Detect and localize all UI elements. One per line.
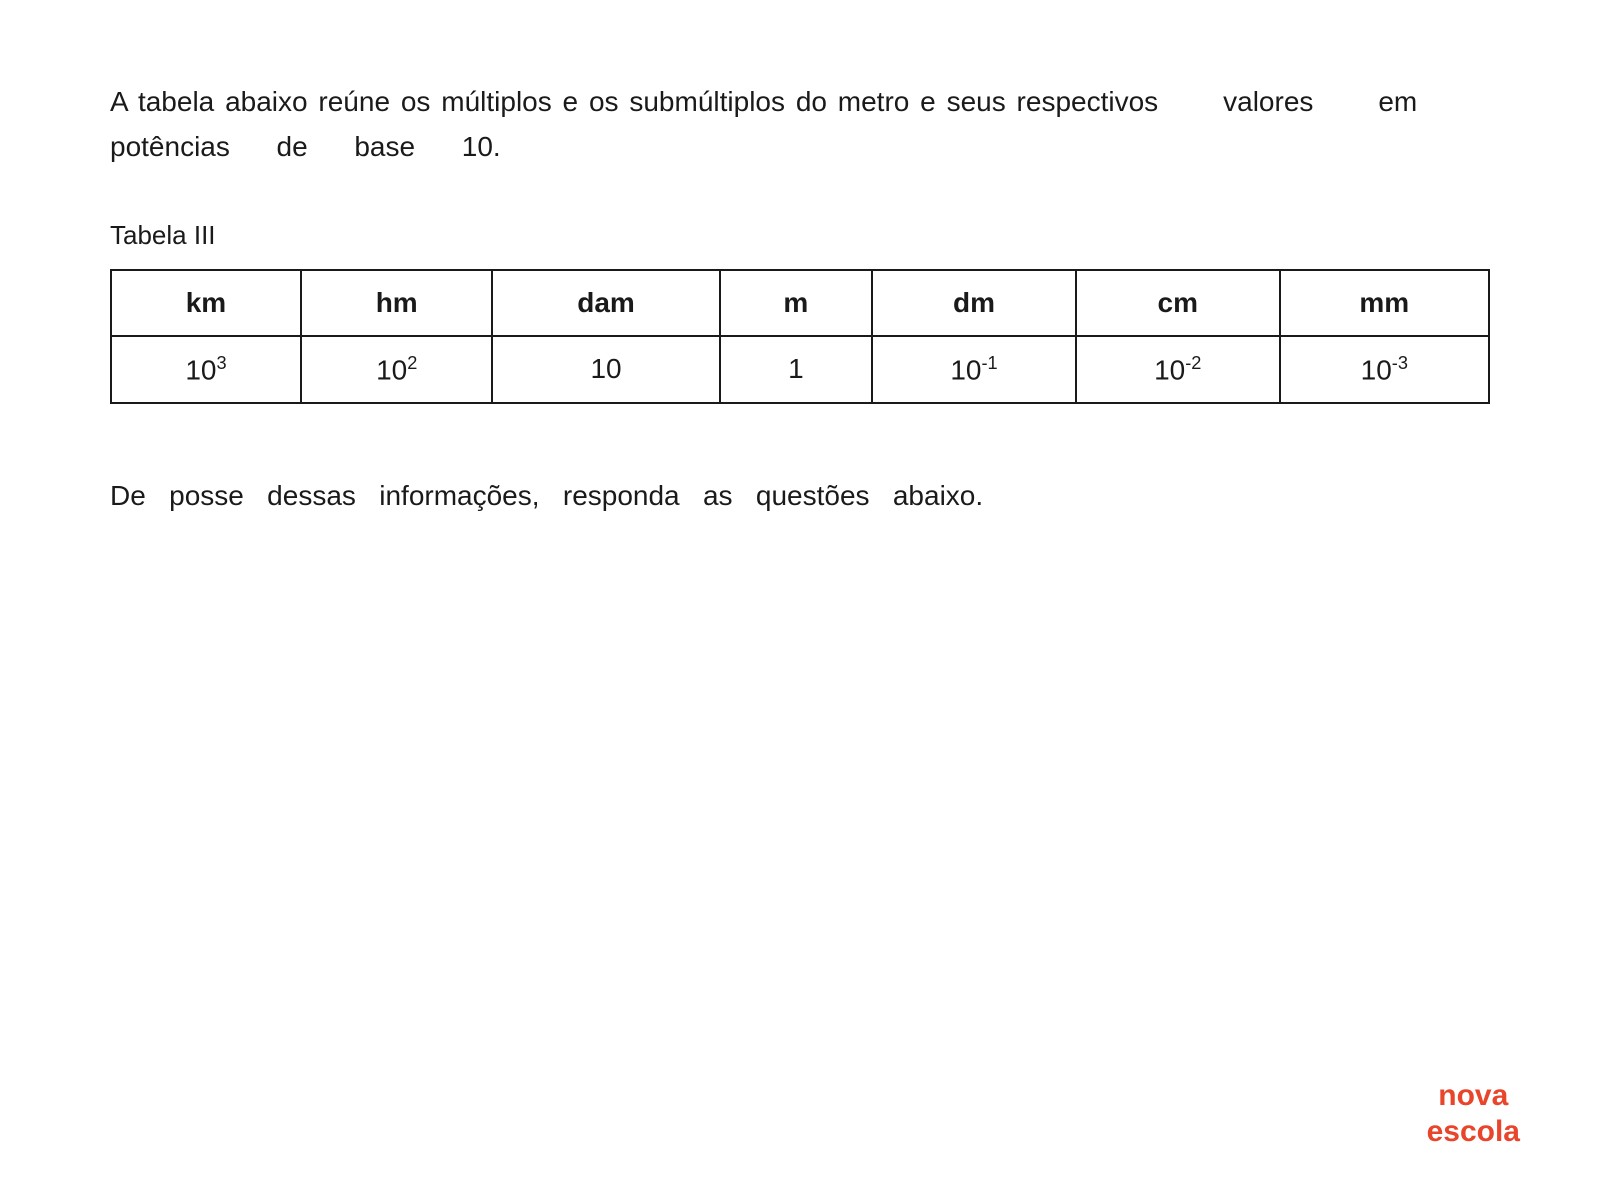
content-area: A tabela abaixo reúne os múltiplos e os … [0,0,1600,599]
cell-cm: 10-2 [1076,336,1280,403]
table-header-row: km hm dam m dm cm mm [111,270,1489,336]
table-label: Tabela III [110,220,1490,251]
cell-km: 103 [111,336,301,403]
cell-dm: 10-1 [872,336,1076,403]
cell-hm: 102 [301,336,493,403]
col-dam: dam [492,270,719,336]
cell-m: 1 [720,336,873,403]
col-mm: mm [1280,270,1489,336]
col-m: m [720,270,873,336]
intro-paragraph: A tabela abaixo reúne os múltiplos e os … [110,80,1490,170]
col-dm: dm [872,270,1076,336]
table-data-row: 103 102 10 1 10-1 10-2 10-3 [111,336,1489,403]
cell-dam: 10 [492,336,719,403]
brand-logo: nova escola [1427,1078,1520,1150]
units-table: km hm dam m dm cm mm 103 102 10 1 10-1 1… [110,269,1490,404]
col-cm: cm [1076,270,1280,336]
cell-mm: 10-3 [1280,336,1489,403]
col-km: km [111,270,301,336]
brand-line2: escola [1427,1114,1520,1150]
bottom-paragraph: De posse dessas informações, responda as… [110,474,1490,519]
col-hm: hm [301,270,493,336]
brand-line1: nova [1427,1078,1520,1114]
